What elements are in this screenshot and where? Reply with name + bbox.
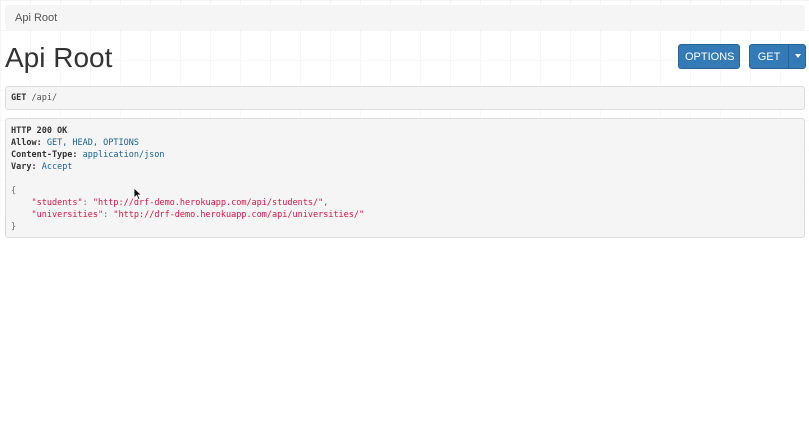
header-name: Content-Type: (11, 150, 78, 160)
json-key: "universities" (31, 210, 104, 220)
mouse-pointer-icon (133, 187, 143, 201)
json-separator: : (103, 210, 109, 220)
json-close-brace: } (11, 222, 17, 232)
json-separator: : (82, 198, 88, 208)
response-header-vary: Vary: Accept (11, 161, 799, 173)
json-comma: , (323, 198, 329, 208)
breadcrumb-item-api-root[interactable]: Api Root (15, 12, 57, 24)
json-entry-students: "students": "http://drf-demo.herokuapp.c… (11, 197, 799, 209)
json-link-students[interactable]: "http://drf-demo.herokuapp.com/api/stude… (93, 198, 323, 208)
response-status: HTTP 200 OK (11, 125, 799, 137)
response-header-content-type: Content-Type: application/json (11, 149, 799, 161)
header-name: Allow: (11, 138, 42, 148)
get-format-dropdown-button[interactable] (788, 44, 806, 69)
response-info: HTTP 200 OK Allow: GET, HEAD, OPTIONS Co… (5, 118, 805, 238)
json-open-brace: { (11, 186, 17, 196)
page-title: Api Root (5, 42, 113, 73)
get-button[interactable]: GET (749, 44, 789, 69)
json-entry-universities: "universities": "http://drf-demo.herokua… (11, 209, 799, 221)
header-value: application/json (82, 150, 165, 160)
json-link-universities[interactable]: "http://drf-demo.herokuapp.com/api/unive… (113, 210, 364, 220)
header-value: GET, HEAD, OPTIONS (46, 138, 139, 148)
response-status-text: HTTP 200 OK (11, 126, 68, 136)
json-key: "students" (31, 198, 83, 208)
options-button[interactable]: OPTIONS (678, 44, 740, 69)
request-path: /api/ (31, 93, 58, 103)
breadcrumb: Api Root (5, 5, 805, 30)
request-info: GET /api/ (5, 86, 805, 110)
header-value: Accept (41, 162, 73, 172)
request-method: GET (11, 93, 27, 103)
caret-down-icon (795, 54, 801, 59)
header-name: Vary: (11, 162, 37, 172)
response-header-allow: Allow: GET, HEAD, OPTIONS (11, 137, 799, 149)
